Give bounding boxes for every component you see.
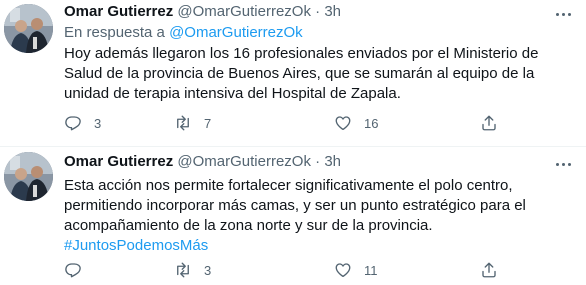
more-icon[interactable] [550, 154, 576, 174]
tweet-header: Omar Gutierrez @OmarGutierrezOk · 3h [64, 2, 341, 22]
author-handle[interactable]: @OmarGutierrezOk [177, 3, 311, 20]
separator: · [315, 153, 321, 170]
tweet-text-line: Esta acción nos permite fortalecer signi… [64, 177, 513, 194]
retweet-button[interactable]: 7 [174, 111, 211, 135]
tweet-actions: 3 7 16 [64, 111, 544, 135]
reply-mention-link[interactable]: @OmarGutierrezOk [169, 24, 303, 41]
tweet-text-line: Hoy además llegaron los 16 profesionales… [64, 45, 539, 62]
author-handle[interactable]: @OmarGutierrezOk [177, 153, 311, 170]
like-count: 16 [364, 115, 379, 131]
reply-context: En respuesta a @OmarGutierrezOk [64, 23, 303, 43]
tweet-text-line: unidad de terapia intensiva del Hospital… [64, 85, 401, 102]
tweet-actions: 3 11 [64, 258, 544, 282]
author-name[interactable]: Omar Gutierrez [64, 3, 173, 20]
tweet-text: Hoy además llegaron los 16 profesionales… [64, 44, 554, 104]
reply-button[interactable] [64, 258, 94, 282]
retweet-count: 3 [204, 262, 212, 278]
tweet-text-line: acompañamiento de la zona norte y sur de… [64, 217, 433, 234]
share-icon [482, 115, 496, 131]
like-button[interactable]: 11 [334, 258, 378, 282]
hashtag-link[interactable]: #JuntosPodemosMás [64, 236, 554, 256]
more-icon[interactable] [550, 4, 576, 24]
tweet-text-line: Salud de la provincia de Buenos Aires, q… [64, 65, 535, 82]
heart-icon [335, 116, 351, 131]
tweet-header: Omar Gutierrez @OmarGutierrezOk · 3h [64, 152, 341, 172]
share-button[interactable] [480, 111, 498, 135]
share-button[interactable] [480, 258, 498, 282]
timestamp[interactable]: 3h [324, 153, 341, 170]
tweet-text-line: permitiendo incorporar más camas, y ser … [64, 197, 526, 214]
tweet[interactable]: Omar Gutierrez @OmarGutierrezOk · 3h En … [0, 0, 586, 147]
like-button[interactable]: 16 [334, 111, 378, 135]
retweet-icon [177, 262, 189, 278]
share-icon [482, 262, 496, 278]
avatar[interactable] [4, 152, 53, 201]
tweet-text: Esta acción nos permite fortalecer signi… [64, 176, 554, 256]
retweet-button[interactable]: 3 [174, 258, 211, 282]
reply-button[interactable]: 3 [64, 111, 101, 135]
reply-prefix: En respuesta a [64, 24, 165, 41]
tweet[interactable]: Omar Gutierrez @OmarGutierrezOk · 3h Est… [0, 147, 586, 285]
reply-icon [65, 116, 81, 131]
author-name[interactable]: Omar Gutierrez [64, 153, 173, 170]
timestamp[interactable]: 3h [324, 3, 341, 20]
retweet-icon [177, 115, 189, 131]
like-count: 11 [364, 262, 378, 278]
retweet-count: 7 [204, 115, 212, 131]
reply-count: 3 [94, 115, 102, 131]
separator: · [315, 3, 321, 20]
heart-icon [335, 263, 351, 278]
avatar[interactable] [4, 4, 53, 53]
reply-icon [65, 263, 81, 278]
